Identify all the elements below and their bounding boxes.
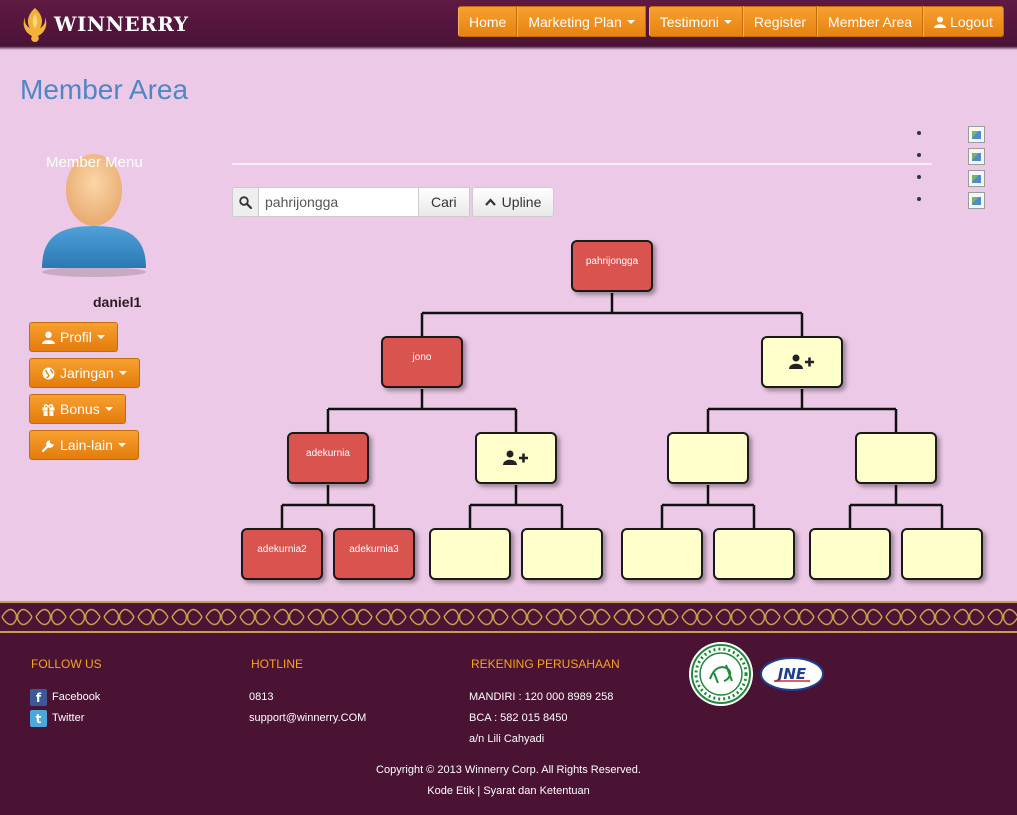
nav-marketing-plan-label: Marketing Plan	[528, 13, 622, 30]
wrench-icon	[42, 439, 54, 452]
globe-icon	[42, 367, 55, 379]
twitter-icon[interactable]: t	[30, 710, 47, 727]
nav-home[interactable]: Home	[458, 6, 518, 37]
search-input[interactable]	[259, 187, 419, 217]
tree-node-empty	[521, 528, 603, 580]
footer-links: Kode Etik | Syarat dan Ketentuan	[0, 785, 1017, 797]
mandiri-account: MANDIRI : 120 000 8989 258	[469, 691, 614, 703]
user-icon	[934, 16, 947, 28]
broken-image-icon[interactable]	[968, 192, 985, 209]
broken-image-icon[interactable]	[968, 170, 985, 187]
tree-node-empty	[901, 528, 983, 580]
bca-account: BCA : 582 015 8450	[469, 712, 568, 724]
member-menu-heading: Member Menu	[46, 154, 143, 171]
ornament-pattern	[0, 603, 1017, 631]
tree-node[interactable]: jono	[381, 336, 463, 388]
upline-label: Upline	[501, 194, 542, 210]
hotline-phone: 0813	[249, 691, 274, 703]
account-holder: a/n Lili Cahyadi	[469, 733, 545, 745]
tree-node-add-member[interactable]	[761, 336, 843, 388]
tree-node[interactable]: adekurnia	[287, 432, 369, 484]
search-icon	[239, 195, 252, 209]
search-addon	[232, 187, 259, 217]
main-nav: Home Marketing Plan Testimoni Register M…	[458, 6, 1004, 37]
broken-image-icon[interactable]	[968, 126, 985, 143]
tree-node[interactable]: adekurnia2	[241, 528, 323, 580]
list-bullet	[917, 175, 921, 179]
broken-image-icon[interactable]	[968, 148, 985, 165]
user-icon	[42, 331, 55, 344]
phoenix-logo-icon	[23, 8, 47, 42]
rekening-heading: REKENING PERUSAHAAN	[471, 657, 620, 671]
tree-node-empty	[429, 528, 511, 580]
tree-node-empty	[809, 528, 891, 580]
nav-testimoni-label: Testimoni	[659, 13, 719, 30]
divider	[232, 163, 932, 165]
tree-node-label: adekurnia3	[349, 544, 399, 555]
caret-down-icon	[626, 19, 635, 24]
tree-node-label: adekurnia2	[257, 544, 307, 555]
top-navbar: WINNERRY Home Marketing Plan Testimoni R…	[0, 0, 1017, 50]
nav-logout-label: Logout	[950, 13, 993, 30]
brand-logo[interactable]: WINNERRY	[20, 4, 189, 44]
add-user-icon	[789, 354, 814, 369]
caret-down-icon	[723, 19, 732, 24]
lain-lain-button[interactable]: Lain-lain	[29, 430, 139, 460]
gift-icon	[42, 403, 55, 416]
tree-node-empty	[855, 432, 937, 484]
bonus-button[interactable]: Bonus	[29, 394, 126, 424]
footer-separator: |	[474, 785, 484, 797]
chevron-up-icon	[484, 198, 496, 206]
tree-node-empty	[667, 432, 749, 484]
jaringan-button[interactable]: Jaringan	[29, 358, 140, 388]
jne-logo: JNE	[760, 657, 824, 691]
lain-lain-label: Lain-lain	[60, 437, 113, 453]
list-bullet	[917, 153, 921, 157]
caret-down-icon	[117, 443, 126, 447]
tree-node-root[interactable]: pahrijongga	[571, 240, 653, 292]
tree-node-empty	[713, 528, 795, 580]
caret-down-icon	[118, 371, 127, 375]
profil-button[interactable]: Profil	[29, 322, 118, 352]
twitter-link[interactable]: Twitter	[52, 712, 84, 724]
tree-node-label: pahrijongga	[585, 256, 639, 267]
brand-name: WINNERRY	[54, 12, 189, 36]
caret-down-icon	[96, 335, 105, 339]
cari-button[interactable]: Cari	[419, 187, 470, 217]
page-title: Member Area	[20, 74, 189, 105]
syarat-link[interactable]: Syarat dan Ketentuan	[483, 785, 589, 797]
search-bar: Cari Upline	[232, 187, 555, 217]
ornamental-border	[0, 601, 1017, 633]
nav-register[interactable]: Register	[742, 6, 818, 37]
nav-logout[interactable]: Logout	[923, 6, 1004, 37]
add-user-icon	[503, 450, 528, 465]
caret-down-icon	[104, 407, 113, 411]
tree-node-empty	[621, 528, 703, 580]
facebook-icon[interactable]: f	[30, 689, 47, 706]
list-bullet	[917, 197, 921, 201]
profil-label: Profil	[60, 329, 92, 345]
follow-us-heading: FOLLOW US	[31, 657, 102, 671]
username: daniel1	[93, 294, 142, 310]
support-email[interactable]: support@winnerry.COM	[249, 712, 366, 724]
bonus-label: Bonus	[60, 401, 100, 417]
list-bullet	[917, 131, 921, 135]
upline-button[interactable]: Upline	[471, 187, 555, 217]
tree-node-add-member[interactable]	[475, 432, 557, 484]
tree-node-label: adekurnia	[306, 448, 350, 459]
nav-marketing-plan[interactable]: Marketing Plan	[517, 6, 646, 37]
kode-etik-link[interactable]: Kode Etik	[427, 785, 474, 797]
tree-node-label: jono	[412, 352, 432, 363]
jaringan-label: Jaringan	[60, 365, 114, 381]
copyright-text: Copyright © 2013 Winnerry Corp. All Righ…	[376, 764, 641, 776]
nav-member-area[interactable]: Member Area	[817, 6, 924, 37]
nav-testimoni[interactable]: Testimoni	[648, 6, 743, 37]
halal-seal-logo	[689, 642, 753, 706]
facebook-link[interactable]: Facebook	[52, 691, 100, 703]
tree-node[interactable]: adekurnia3	[333, 528, 415, 580]
hotline-heading: HOTLINE	[251, 657, 304, 671]
